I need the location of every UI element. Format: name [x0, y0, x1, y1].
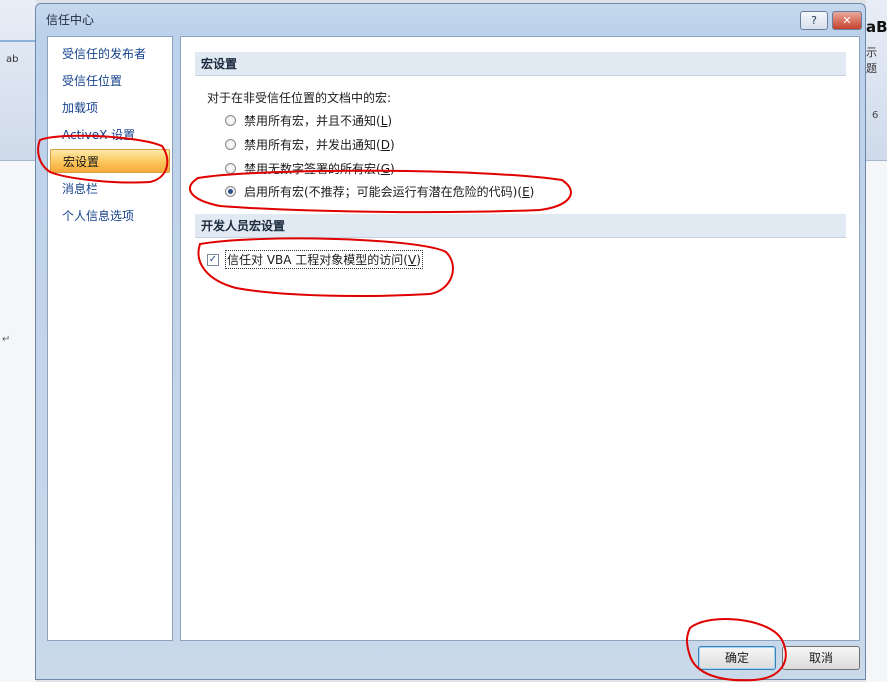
- nav-item-activex-settings[interactable]: ActiveX 设置: [50, 123, 170, 147]
- macro-settings-intro: 对于在非受信任位置的文档中的宏:: [207, 91, 392, 105]
- checkbox-label: 信任对 VBA 工程对象模型的访问(V): [225, 250, 423, 269]
- radio-button[interactable]: [225, 139, 236, 150]
- radio-label: 禁用所有宏，并发出通知(D): [244, 138, 395, 152]
- cancel-button[interactable]: 取消: [782, 646, 860, 670]
- paragraph-return-mark: ↵: [2, 334, 11, 345]
- checkbox-checked-icon[interactable]: ✓: [207, 253, 219, 266]
- ok-button[interactable]: 确定: [698, 646, 776, 670]
- radio-label: 禁用无数字签署的所有宏(G): [244, 162, 395, 176]
- background-ribbon-left: [0, 0, 36, 161]
- nav-item-trusted-publishers[interactable]: 受信任的发布者: [50, 42, 170, 66]
- nav-item-add-ins[interactable]: 加载项: [50, 96, 170, 120]
- radio-disable-no-notify[interactable]: 禁用所有宏，并且不通知(L): [225, 112, 392, 129]
- background-ruler-number: 6: [872, 110, 879, 121]
- dialog-title: 信任中心: [46, 13, 95, 27]
- radio-label: 启用所有宏(不推荐；可能会运行有潜在危险的代码)(E): [244, 185, 535, 199]
- settings-panel: 宏设置 对于在非受信任位置的文档中的宏: 禁用所有宏，并且不通知(L) 禁用所有…: [180, 36, 860, 641]
- close-icon: ✕: [842, 14, 852, 27]
- radio-button-selected[interactable]: [225, 186, 236, 197]
- trust-center-dialog: 信任中心 ? ✕ 受信任的发布者 受信任位置 加载项 ActiveX 设置 宏设…: [35, 3, 866, 680]
- background-ribbon-accent: [0, 40, 36, 42]
- developer-macro-heading: 开发人员宏设置: [195, 214, 846, 238]
- help-icon: ?: [811, 14, 817, 27]
- nav-item-privacy-options[interactable]: 个人信息选项: [50, 204, 170, 228]
- background-format-glyph: ab: [6, 54, 19, 65]
- close-button[interactable]: ✕: [832, 11, 862, 30]
- nav-item-message-bar[interactable]: 消息栏: [50, 177, 170, 201]
- category-nav: 受信任的发布者 受信任位置 加载项 ActiveX 设置 宏设置 消息栏 个人信…: [47, 36, 173, 641]
- radio-enable-all-macros[interactable]: 启用所有宏(不推荐；可能会运行有潜在危险的代码)(E): [225, 183, 534, 200]
- macro-settings-heading: 宏设置: [195, 52, 846, 76]
- radio-button[interactable]: [225, 115, 236, 126]
- radio-disable-unsigned[interactable]: 禁用无数字签署的所有宏(G): [225, 160, 395, 177]
- nav-item-macro-settings[interactable]: 宏设置: [50, 149, 170, 173]
- background-word-window-left: ab ↵: [0, 0, 36, 682]
- trust-vba-access-checkbox[interactable]: ✓ 信任对 VBA 工程对象模型的访问(V): [207, 250, 423, 269]
- radio-label: 禁用所有宏，并且不通知(L): [244, 114, 393, 128]
- background-style-preview: aB: [866, 18, 887, 36]
- background-word-window-right: aB 示题 6: [866, 0, 887, 682]
- radio-button[interactable]: [225, 163, 236, 174]
- nav-item-trusted-locations[interactable]: 受信任位置: [50, 69, 170, 93]
- radio-disable-with-notify[interactable]: 禁用所有宏，并发出通知(D): [225, 136, 395, 153]
- help-button[interactable]: ?: [800, 11, 828, 30]
- background-style-caption: 示题: [866, 46, 877, 75]
